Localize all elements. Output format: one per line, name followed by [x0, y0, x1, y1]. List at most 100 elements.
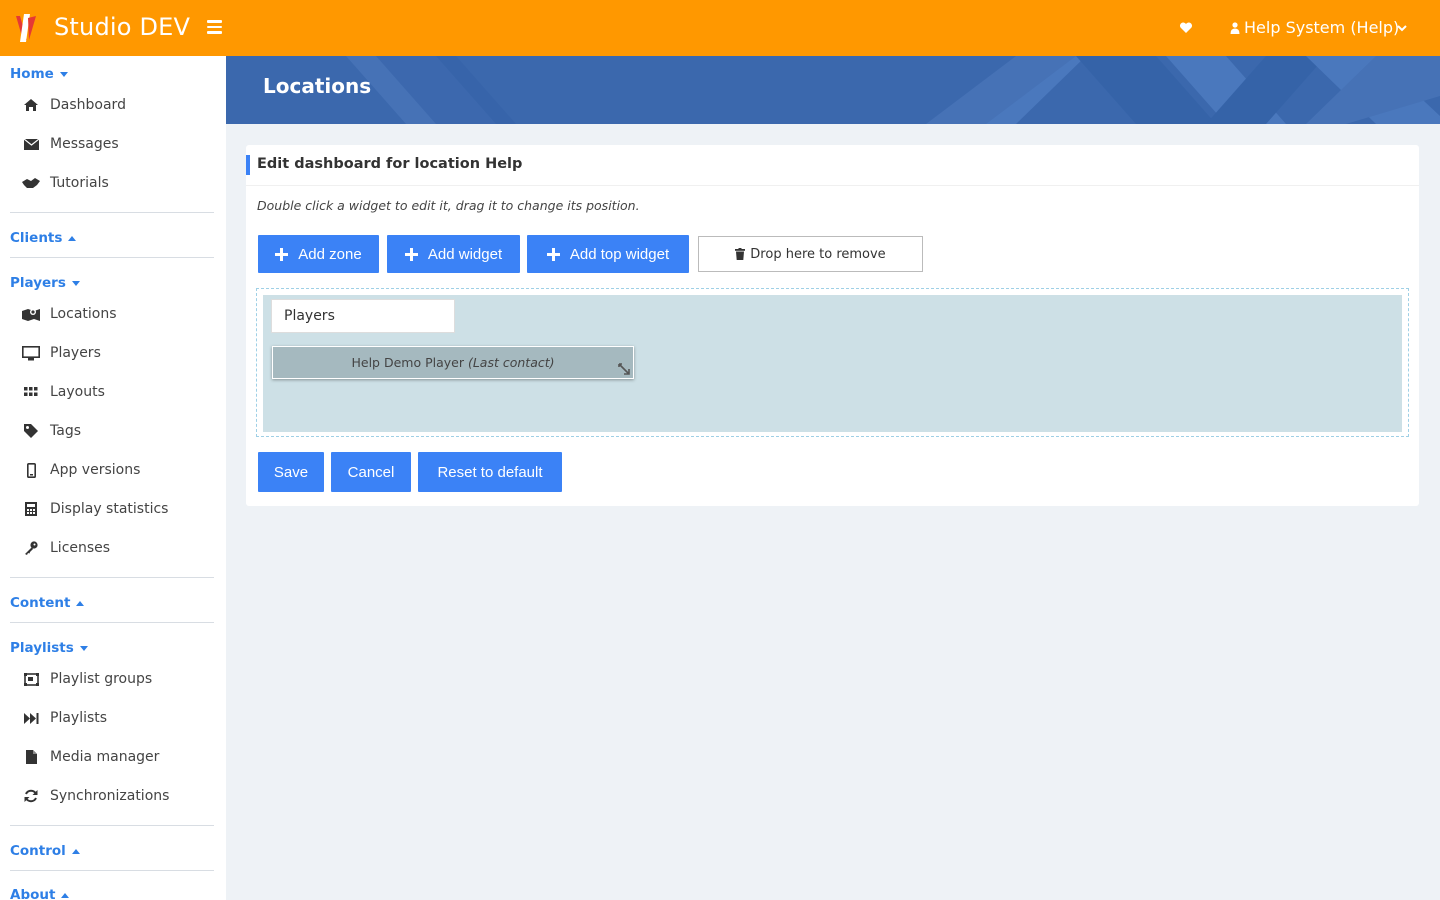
sidebar-section-players[interactable]: Players	[10, 275, 80, 291]
widget-suffix: (Last contact)	[467, 355, 555, 370]
sidebar-divider	[10, 577, 214, 578]
sidebar-item-label: Messages	[50, 136, 119, 152]
sidebar-section-clients[interactable]: Clients	[10, 230, 77, 246]
sidebar-item-label: Media manager	[50, 749, 160, 765]
sidebar-item-label: Players	[50, 345, 101, 361]
caret-down-icon	[79, 645, 88, 651]
reset-to-default-button[interactable]: Reset to default	[418, 452, 562, 492]
add-widget-button[interactable]: Add widget	[387, 235, 520, 273]
sidebar-item-display-statistics[interactable]: Display statistics	[22, 501, 168, 517]
section-label: Players	[10, 275, 66, 291]
cancel-button[interactable]: Cancel	[331, 452, 411, 492]
key-icon	[22, 540, 40, 556]
card-accent-bar	[246, 155, 250, 175]
sidebar-divider	[10, 825, 214, 826]
sidebar-item-playlist-groups[interactable]: Playlist groups	[22, 671, 152, 687]
sidebar-item-messages[interactable]: Messages	[22, 136, 119, 152]
dashboard-zone-container[interactable]: Players Help Demo Player (Last contact)	[256, 288, 1409, 437]
section-label: Control	[10, 843, 66, 859]
sidebar-item-app-versions[interactable]: App versions	[22, 462, 140, 478]
sidebar-item-synchronizations[interactable]: Synchronizations	[22, 788, 169, 804]
card-hint: Double click a widget to edit it, drag i…	[257, 198, 640, 213]
sidebar-section-content[interactable]: Content	[10, 595, 85, 611]
player-widget[interactable]: Help Demo Player (Last contact)	[272, 346, 634, 379]
caret-up-icon	[76, 600, 85, 606]
caret-down-icon	[59, 71, 68, 77]
menu-toggle-icon[interactable]	[207, 20, 222, 34]
top-bar: Studio DEV Help System (Help)	[0, 0, 1440, 56]
plus-icon	[275, 247, 289, 261]
sidebar-item-media-manager[interactable]: Media manager	[22, 749, 159, 765]
map-marker-icon	[22, 306, 40, 322]
sidebar-item-label: Tutorials	[50, 175, 109, 191]
section-label: Playlists	[10, 640, 74, 656]
file-icon	[22, 749, 40, 765]
sidebar-divider	[10, 622, 214, 623]
dashboard-zone[interactable]: Players Help Demo Player (Last contact)	[263, 295, 1402, 432]
sidebar: Home Dashboard Messages Tutorials Client…	[0, 56, 226, 900]
sidebar-item-tags[interactable]: Tags	[22, 423, 81, 439]
widget-name: Help Demo Player	[351, 355, 464, 370]
sidebar-item-label: Playlists	[50, 710, 108, 726]
section-label: Home	[10, 66, 54, 82]
caret-up-icon	[68, 235, 77, 241]
section-label: Clients	[10, 230, 63, 246]
add-top-widget-button[interactable]: Add top widget	[527, 235, 689, 273]
sidebar-section-home[interactable]: Home	[10, 66, 68, 82]
button-label: Save	[273, 463, 309, 481]
sidebar-item-label: Locations	[50, 306, 117, 322]
save-button[interactable]: Save	[258, 452, 324, 492]
button-label: Add widget	[427, 245, 503, 263]
sidebar-section-playlists[interactable]: Playlists	[10, 640, 88, 656]
sidebar-item-label: App versions	[50, 462, 141, 478]
envelope-icon	[22, 136, 40, 152]
studio-logo[interactable]	[14, 12, 42, 44]
sidebar-divider	[10, 257, 214, 258]
sidebar-divider	[10, 212, 214, 213]
user-label: Help System (Help)	[1244, 18, 1400, 37]
sidebar-item-players[interactable]: Players	[22, 345, 101, 361]
sidebar-item-dashboard[interactable]: Dashboard	[22, 97, 126, 113]
sidebar-item-label: Playlist groups	[50, 671, 153, 687]
tag-icon	[22, 423, 40, 439]
sidebar-item-label: Tags	[50, 423, 81, 439]
sidebar-item-layouts[interactable]: Layouts	[22, 384, 105, 400]
page-title: Locations	[263, 74, 372, 98]
section-label: Content	[10, 595, 71, 611]
sidebar-section-control[interactable]: Control	[10, 843, 80, 859]
handshake-icon	[22, 175, 40, 191]
heart-icon[interactable]	[1179, 21, 1193, 35]
resize-handle-icon[interactable]	[618, 363, 630, 375]
button-label: Cancel	[347, 463, 395, 481]
sidebar-item-locations[interactable]: Locations	[22, 306, 117, 322]
sidebar-item-playlists[interactable]: Playlists	[22, 710, 107, 726]
zone-title[interactable]: Players	[271, 299, 455, 333]
button-label: Add top widget	[569, 245, 670, 263]
sidebar-item-label: Dashboard	[50, 97, 126, 113]
sidebar-item-label: Licenses	[50, 540, 111, 556]
sidebar-item-licenses[interactable]: Licenses	[22, 540, 110, 556]
section-label: About	[10, 887, 56, 900]
object-group-icon	[22, 671, 40, 687]
caret-down-icon	[71, 280, 80, 286]
drop-to-remove-zone[interactable]: Drop here to remove	[698, 236, 923, 272]
caret-up-icon	[61, 892, 70, 898]
edit-dashboard-card: Edit dashboard for location Help Double …	[246, 145, 1419, 506]
card-title: Edit dashboard for location Help	[257, 156, 523, 172]
drop-label: Drop here to remove	[750, 246, 886, 262]
caret-up-icon	[71, 848, 80, 854]
sidebar-section-about[interactable]: About	[10, 887, 70, 900]
sidebar-item-tutorials[interactable]: Tutorials	[22, 175, 109, 191]
plus-icon	[546, 247, 560, 261]
chevron-down-icon[interactable]	[1397, 25, 1407, 32]
app-brand[interactable]: Studio DEV	[54, 13, 190, 41]
sidebar-divider	[10, 870, 214, 871]
calculator-icon	[22, 501, 40, 517]
button-label: Add zone	[298, 245, 362, 263]
add-zone-button[interactable]: Add zone	[258, 235, 379, 273]
card-header: Edit dashboard for location Help	[246, 145, 1419, 186]
sidebar-item-label: Layouts	[50, 384, 105, 400]
sidebar-item-label: Display statistics	[50, 501, 169, 517]
user-menu[interactable]: Help System (Help)	[1230, 18, 1399, 37]
mobile-icon	[22, 462, 40, 478]
